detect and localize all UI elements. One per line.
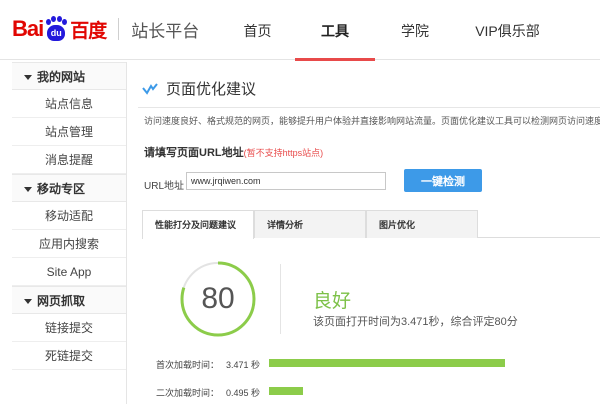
https-note: (暂不支持https站点) <box>243 148 324 158</box>
nav-tools[interactable]: 工具 <box>295 0 375 61</box>
metric-second-load-value: 0.495 秒 <box>226 388 261 398</box>
sidebar-group-label: 移动专区 <box>37 182 86 196</box>
sidebar-item-mobile-adapt[interactable]: 移动适配 <box>12 202 126 230</box>
tab-score-suggestions[interactable]: 性能打分及问题建议 <box>142 210 254 239</box>
page-title: 页面优化建议 <box>142 78 256 99</box>
sidebar-group-label: 网页抓取 <box>37 294 86 308</box>
metric-first-load-bar <box>269 359 505 367</box>
metric-first-load-value: 3.471 秒 <box>226 360 261 370</box>
url-input[interactable] <box>186 172 386 190</box>
logo-bai-text: Bai <box>12 16 44 41</box>
score-value: 80 <box>201 282 235 315</box>
sidebar-item-in-app-search[interactable]: 应用内搜索 <box>12 230 126 258</box>
triangle-down-icon <box>24 299 32 304</box>
site-title: 站长平台 <box>131 21 200 41</box>
check-wave-icon <box>142 82 158 95</box>
sidebar-item-site-app[interactable]: Site App <box>12 258 126 286</box>
triangle-down-icon <box>24 75 32 80</box>
url-label: URL地址 <box>144 181 185 192</box>
url-prompt: 请填写页面URL地址(暂不支持https站点) <box>144 144 323 160</box>
tab-image-optimize[interactable]: 图片优化 <box>366 210 478 238</box>
top-header: Bai du 百度 站长平台 首页 工具 学院 VIP俱乐部 <box>0 0 600 61</box>
sidebar-item-link-submit[interactable]: 链接提交 <box>12 314 126 342</box>
sidebar: 我的网站 站点信息 站点管理 消息提醒 移动专区 移动适配 应用内搜索 Site… <box>12 62 127 404</box>
sidebar-group-crawl[interactable]: 网页抓取 <box>12 286 126 314</box>
metric-first-load-label: 首次加载时间： <box>156 360 220 370</box>
grade-label: 良好 <box>313 291 352 312</box>
sidebar-item-site-info[interactable]: 站点信息 <box>12 90 126 118</box>
url-prompt-text: 请填写页面URL地址 <box>144 147 244 159</box>
score-divider <box>280 264 281 334</box>
logo-separator <box>118 18 120 40</box>
sidebar-item-site-manage[interactable]: 站点管理 <box>12 118 126 146</box>
sidebar-item-dead-link-submit[interactable]: 死链提交 <box>12 342 126 370</box>
nav-home[interactable]: 首页 <box>220 0 295 60</box>
sidebar-item-messages[interactable]: 消息提醒 <box>12 146 126 174</box>
sidebar-group-label: 我的网站 <box>37 70 86 84</box>
score-summary: 该页面打开时间为3.471秒，综合评定80分 <box>313 316 518 328</box>
top-nav: 首页 工具 学院 VIP俱乐部 <box>220 0 560 61</box>
tool-description: 访问速度良好、格式规范的网页，能够提升用户体验并直接影响网站流量。页面优化建议工… <box>144 116 600 126</box>
metric-second-load-label: 二次加载时间： <box>156 388 220 398</box>
sidebar-group-my-site[interactable]: 我的网站 <box>12 62 126 90</box>
logo-du-text: du <box>47 25 66 41</box>
nav-academy[interactable]: 学院 <box>375 0 455 60</box>
triangle-down-icon <box>24 187 32 192</box>
result-tabs: 性能打分及问题建议 详情分析 图片优化 <box>142 210 600 239</box>
tab-detail-analysis[interactable]: 详情分析 <box>254 210 366 238</box>
sidebar-group-mobile[interactable]: 移动专区 <box>12 174 126 202</box>
metric-second-load-bar <box>269 387 303 395</box>
baidu-logo[interactable]: Bai du 百度 站长平台 <box>12 11 199 47</box>
detect-button[interactable]: 一键检测 <box>404 169 482 192</box>
page-title-text: 页面优化建议 <box>166 81 257 98</box>
logo-cn-text: 百度 <box>70 20 107 42</box>
paw-icon: du <box>44 16 68 42</box>
nav-vip-club[interactable]: VIP俱乐部 <box>455 0 560 60</box>
main-content: 页面优化建议 访问速度良好、格式规范的网页，能够提升用户体验并直接影响网站流量。… <box>128 62 600 404</box>
title-divider <box>138 107 600 108</box>
